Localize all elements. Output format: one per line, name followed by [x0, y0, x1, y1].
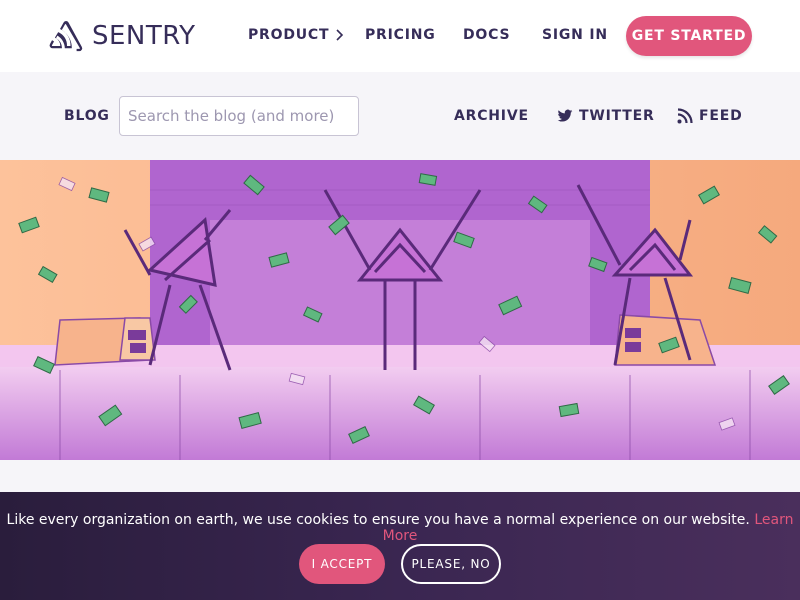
chevron-right-icon — [335, 29, 344, 41]
feed-link[interactable]: FEED — [677, 108, 743, 124]
hero-art — [0, 160, 800, 460]
content-area — [0, 460, 800, 492]
blog-label[interactable]: BLOG — [64, 108, 110, 124]
rss-icon — [677, 108, 693, 124]
get-started-button[interactable]: GET STARTED — [626, 16, 752, 56]
accept-cookies-button[interactable]: I ACCEPT — [299, 544, 385, 584]
decline-cookies-button[interactable]: PLEASE, NO — [401, 544, 501, 584]
cookie-message-line: Like every organization on earth, we use… — [0, 512, 800, 544]
brand-name: SENTRY — [92, 21, 196, 51]
nav-docs[interactable]: DOCS — [463, 27, 510, 43]
cookie-message: Like every organization on earth, we use… — [6, 512, 750, 528]
twitter-link[interactable]: TWITTER — [557, 108, 655, 124]
archive-label: ARCHIVE — [454, 108, 529, 124]
nav-sign-in[interactable]: SIGN IN — [542, 27, 608, 43]
hero-illustration — [0, 160, 800, 460]
twitter-icon — [557, 108, 573, 124]
twitter-label: TWITTER — [579, 108, 655, 124]
nav-product-label: PRODUCT — [248, 27, 330, 43]
archive-link[interactable]: ARCHIVE — [454, 108, 529, 124]
nav-product[interactable]: PRODUCT — [248, 27, 344, 43]
top-navigation: SENTRY PRODUCT PRICING DOCS SIGN IN GET … — [0, 0, 800, 72]
sentry-logo[interactable]: SENTRY — [48, 20, 196, 52]
feed-label: FEED — [699, 108, 743, 124]
nav-pricing[interactable]: PRICING — [365, 27, 436, 43]
sentry-logo-icon — [49, 21, 83, 52]
cookie-banner: Like every organization on earth, we use… — [0, 492, 800, 600]
blog-search-input[interactable] — [119, 96, 359, 136]
blog-bar: BLOG ARCHIVE TWITTER FEED — [0, 72, 800, 160]
